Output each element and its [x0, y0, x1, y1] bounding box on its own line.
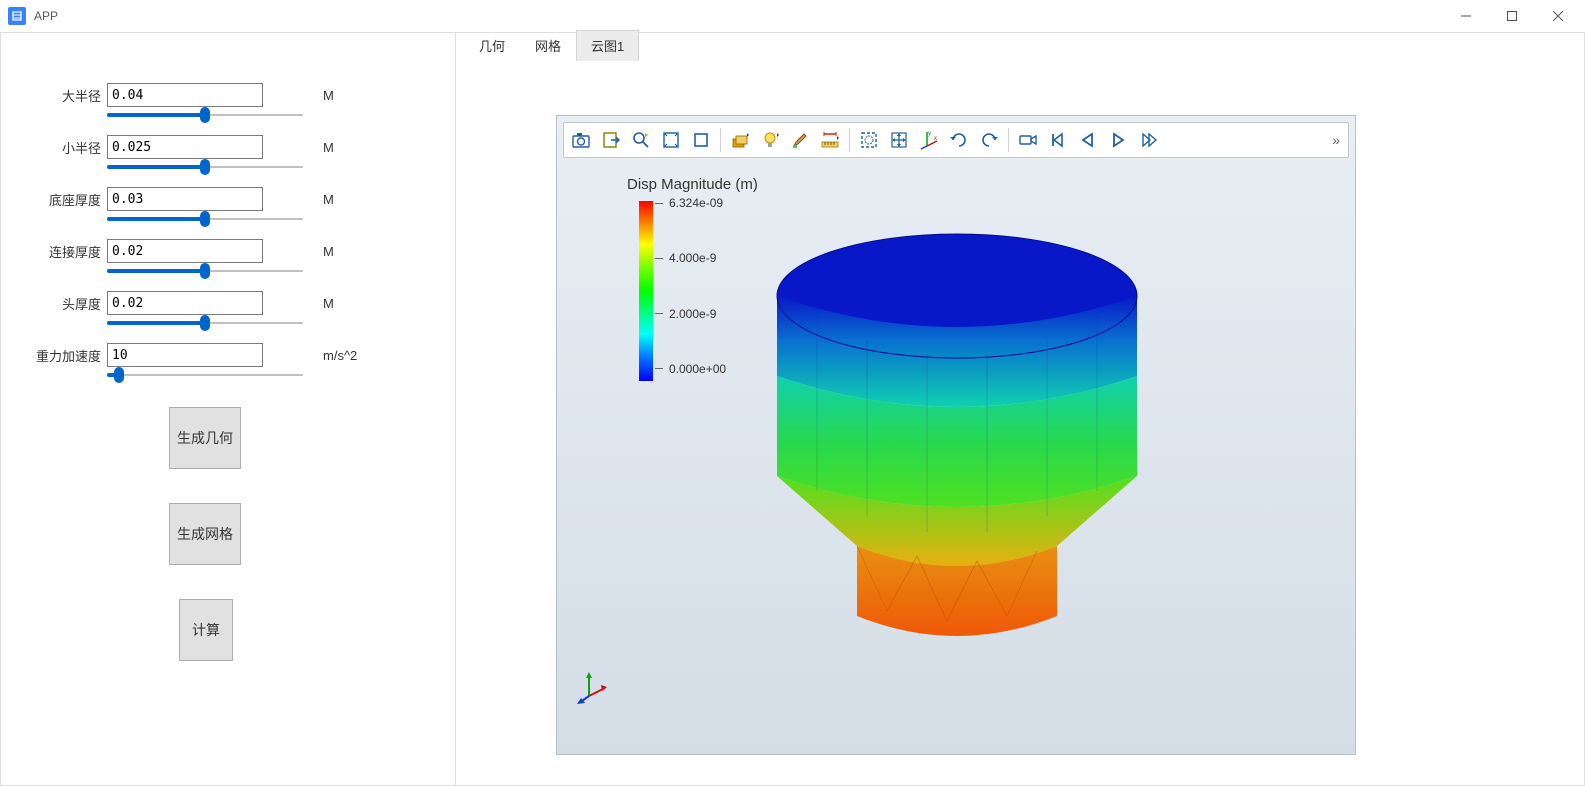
param-unit: M	[323, 140, 334, 155]
rotate-ccw-icon[interactable]	[974, 125, 1004, 155]
export-icon[interactable]	[596, 125, 626, 155]
param-slider-1[interactable]	[107, 165, 303, 169]
param-unit: M	[323, 88, 334, 103]
param-input-3[interactable]	[107, 239, 263, 263]
legend-title: Disp Magnitude (m)	[627, 176, 758, 193]
play-back-icon[interactable]	[1073, 125, 1103, 155]
axes-triad-icon	[577, 672, 609, 704]
tab-2[interactable]: 云图1	[576, 30, 639, 61]
param-unit: m/s^2	[323, 348, 357, 363]
toolbar-separator	[849, 128, 850, 152]
legend-tick: 0.000e+00	[655, 362, 726, 376]
3d-viewer[interactable]: yx » Disp Magnitude (m) 6.324e-09 4.000e-9…	[556, 115, 1356, 755]
app-icon	[8, 7, 26, 25]
param-label: 重力加速度	[21, 346, 101, 365]
toolbar-separator	[720, 128, 721, 152]
param-slider-4[interactable]	[107, 321, 303, 325]
viewer-toolbar: yx »	[563, 122, 1349, 158]
legend-tick: 6.324e-09	[655, 196, 726, 210]
fit-icon[interactable]	[656, 125, 686, 155]
legend-tick: 4.000e-9	[655, 251, 726, 265]
tab-0[interactable]: 几何	[464, 30, 520, 61]
skip-back-icon[interactable]	[1043, 125, 1073, 155]
zoom-find-icon[interactable]	[626, 125, 656, 155]
viewer-panel: 几何网格云图1 yx » Disp Magnitude (m) 6.324e-09…	[456, 32, 1585, 786]
param-input-0[interactable]	[107, 83, 263, 107]
titlebar: APP	[0, 0, 1585, 32]
rotate-cw-icon[interactable]	[944, 125, 974, 155]
svg-text:y: y	[928, 131, 931, 137]
camera-icon[interactable]	[566, 125, 596, 155]
maximize-button[interactable]	[1489, 0, 1535, 32]
param-unit: M	[323, 296, 334, 311]
svg-text:x: x	[934, 136, 937, 142]
param-slider-2[interactable]	[107, 217, 303, 221]
layers-icon[interactable]	[725, 125, 755, 155]
play-forward-icon[interactable]	[1103, 125, 1133, 155]
param-label: 小半径	[21, 138, 101, 157]
param-input-2[interactable]	[107, 187, 263, 211]
box-icon[interactable]	[686, 125, 716, 155]
param-label: 底座厚度	[21, 190, 101, 209]
param-slider-3[interactable]	[107, 269, 303, 273]
param-input-1[interactable]	[107, 135, 263, 159]
toolbar-overflow-icon[interactable]: »	[1326, 132, 1346, 148]
param-label: 头厚度	[21, 294, 101, 313]
skip-forward-icon[interactable]	[1133, 125, 1163, 155]
minimize-button[interactable]	[1443, 0, 1489, 32]
param-input-4[interactable]	[107, 291, 263, 315]
param-unit: M	[323, 192, 334, 207]
brush-icon[interactable]	[785, 125, 815, 155]
param-input-5[interactable]	[107, 343, 263, 367]
result-model	[757, 216, 1157, 646]
generate-geometry-button[interactable]: 生成几何	[169, 407, 241, 469]
param-slider-0[interactable]	[107, 113, 303, 117]
move-icon[interactable]	[884, 125, 914, 155]
window-controls	[1443, 0, 1581, 32]
param-label: 大半径	[21, 86, 101, 105]
legend-tick: 2.000e-9	[655, 307, 726, 321]
dashed-select-icon[interactable]	[854, 125, 884, 155]
legend-colorbar	[639, 201, 653, 381]
param-slider-5[interactable]	[107, 373, 303, 377]
generate-mesh-button[interactable]: 生成网格	[169, 503, 241, 565]
calculate-button[interactable]: 计算	[179, 599, 233, 661]
video-icon[interactable]	[1013, 125, 1043, 155]
viewer-tabs: 几何网格云图1	[456, 33, 1584, 61]
close-button[interactable]	[1535, 0, 1581, 32]
param-unit: M	[323, 244, 334, 259]
parameter-panel: 大半径 M 小半径 M 底座厚度 M 连接厚度 M 头厚度 M 重力加速度 m/s^2 生成几何 生成…	[0, 32, 456, 786]
ruler-icon[interactable]	[815, 125, 845, 155]
param-label: 连接厚度	[21, 242, 101, 261]
color-legend: Disp Magnitude (m) 6.324e-09 4.000e-9 2.00…	[627, 176, 758, 381]
toolbar-separator	[1008, 128, 1009, 152]
app-title: APP	[34, 9, 58, 23]
axes-icon[interactable]: yx	[914, 125, 944, 155]
lightbulb-icon[interactable]	[755, 125, 785, 155]
tab-1[interactable]: 网格	[520, 30, 576, 61]
